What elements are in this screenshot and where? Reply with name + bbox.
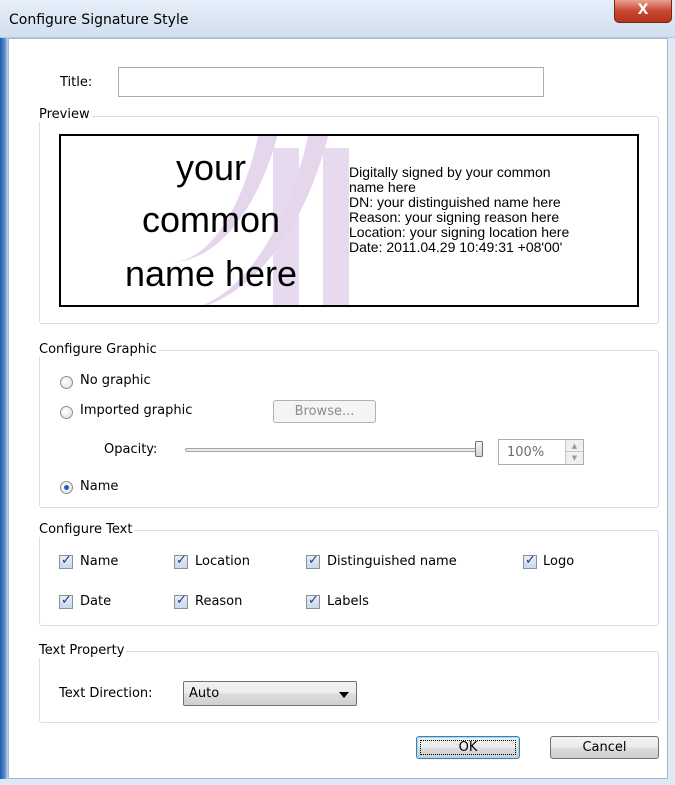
title-input[interactable] [118, 67, 544, 97]
window-frame-bottom [0, 779, 675, 785]
preview-detail-line: name here [349, 179, 416, 195]
preview-name-line-2: common [141, 199, 281, 240]
preview-detail-line: DN: your distinguished name here [349, 194, 561, 210]
title-bar[interactable]: Configure Signature Style X [0, 0, 675, 38]
configure-text-group [39, 530, 659, 626]
labels-checkbox[interactable] [306, 593, 320, 609]
no-graphic-radio[interactable] [60, 376, 73, 389]
imported-graphic-radio[interactable] [60, 406, 73, 419]
preview-details: Digitally signed by your common name her… [349, 165, 629, 255]
preview-group-label: Preview [37, 107, 92, 122]
opacity-slider-thumb[interactable] [475, 441, 483, 457]
imported-graphic-label[interactable]: Imported graphic [80, 403, 192, 418]
signature-preview: your common name here Digitally signed b… [59, 134, 639, 307]
name-radio[interactable] [60, 481, 73, 494]
opacity-value: 100% [507, 445, 545, 460]
reason-checkbox-label[interactable]: Reason [195, 594, 242, 609]
preview-detail-line: Digitally signed by your common [349, 164, 551, 180]
cancel-button[interactable]: Cancel [550, 736, 659, 759]
configure-text-label: Configure Text [37, 522, 135, 537]
location-checkbox-label[interactable]: Location [195, 554, 250, 569]
preview-detail-line: Location: your signing location here [349, 224, 570, 240]
text-direction-value: Auto [189, 686, 220, 701]
logo-checkbox[interactable] [523, 553, 537, 569]
preview-name-line-3: name here [124, 253, 298, 294]
browse-button[interactable]: Browse... [273, 400, 376, 423]
close-button[interactable]: X [614, 0, 672, 23]
reason-checkbox[interactable] [174, 593, 188, 609]
distinguished-name-checkbox-label[interactable]: Distinguished name [327, 554, 457, 569]
labels-checkbox-label[interactable]: Labels [327, 594, 369, 609]
configure-graphic-label: Configure Graphic [37, 342, 159, 357]
no-graphic-label[interactable]: No graphic [80, 373, 151, 388]
distinguished-name-checkbox[interactable] [306, 553, 320, 569]
opacity-label: Opacity: [104, 442, 158, 457]
preview-name-line-1: your [175, 147, 247, 188]
focus-ring [420, 740, 516, 755]
name-checkbox[interactable] [59, 553, 73, 569]
ok-button[interactable]: OK [416, 736, 520, 759]
title-field-label: Title: [60, 75, 93, 90]
opacity-spinbox[interactable]: 100% ▲ ▼ [498, 439, 584, 465]
cancel-button-label: Cancel [582, 740, 627, 755]
date-checkbox-label[interactable]: Date [80, 594, 111, 609]
window-frame-left [0, 38, 8, 785]
text-direction-label: Text Direction: [59, 686, 153, 701]
dialog-title: Configure Signature Style [9, 12, 189, 28]
window-frame-right [668, 38, 675, 785]
spin-down-arrow-icon[interactable]: ▼ [565, 452, 583, 464]
text-direction-select[interactable]: Auto [183, 681, 357, 706]
date-checkbox[interactable] [59, 593, 73, 609]
text-property-label: Text Property [37, 643, 127, 658]
preview-detail-line: Reason: your signing reason here [349, 209, 560, 225]
name-radio-label[interactable]: Name [80, 479, 118, 494]
dropdown-arrow-icon [339, 692, 349, 698]
name-checkbox-label[interactable]: Name [80, 554, 118, 569]
preview-detail-line: Date: 2011.04.29 10:49:31 +08'00' [349, 239, 563, 255]
location-checkbox[interactable] [174, 553, 188, 569]
spin-up-arrow-icon[interactable]: ▲ [565, 440, 583, 452]
opacity-slider-track[interactable] [185, 448, 483, 452]
logo-checkbox-label[interactable]: Logo [543, 554, 574, 569]
